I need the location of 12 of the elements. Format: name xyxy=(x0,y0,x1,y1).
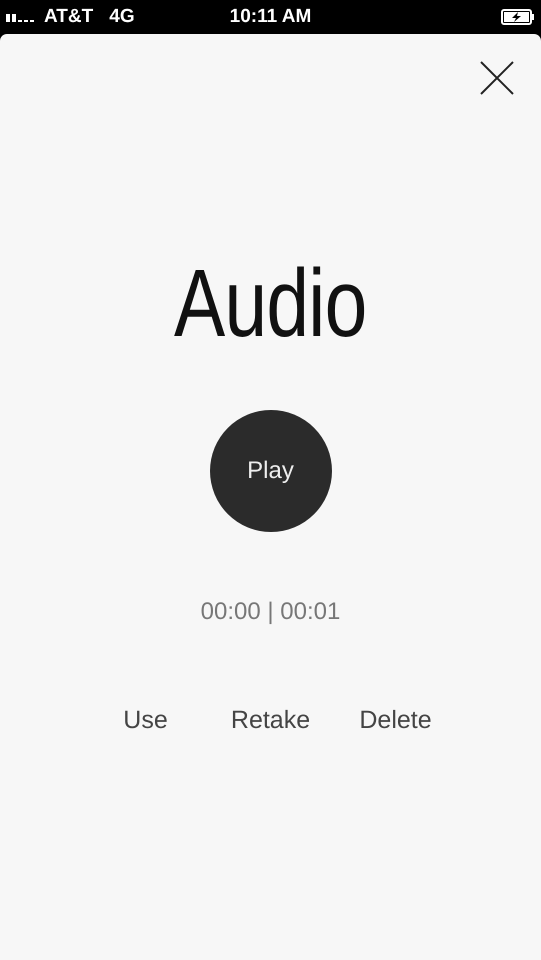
close-button[interactable] xyxy=(479,60,515,96)
playback-time: 00:00 | 00:01 xyxy=(200,597,340,627)
action-button[interactable]: Delete xyxy=(333,702,458,740)
screen-title: Audio xyxy=(174,256,367,352)
carrier-name: AT&T xyxy=(44,4,94,29)
network-type: 4G xyxy=(109,4,135,29)
action-button[interactable]: Retake xyxy=(208,702,333,740)
signal-icon xyxy=(6,12,36,22)
play-button[interactable]: Play xyxy=(210,410,332,532)
action-button[interactable]: Use xyxy=(83,702,208,740)
clock-time: 10:11 AM xyxy=(230,4,312,29)
battery-charging-icon xyxy=(500,9,535,25)
